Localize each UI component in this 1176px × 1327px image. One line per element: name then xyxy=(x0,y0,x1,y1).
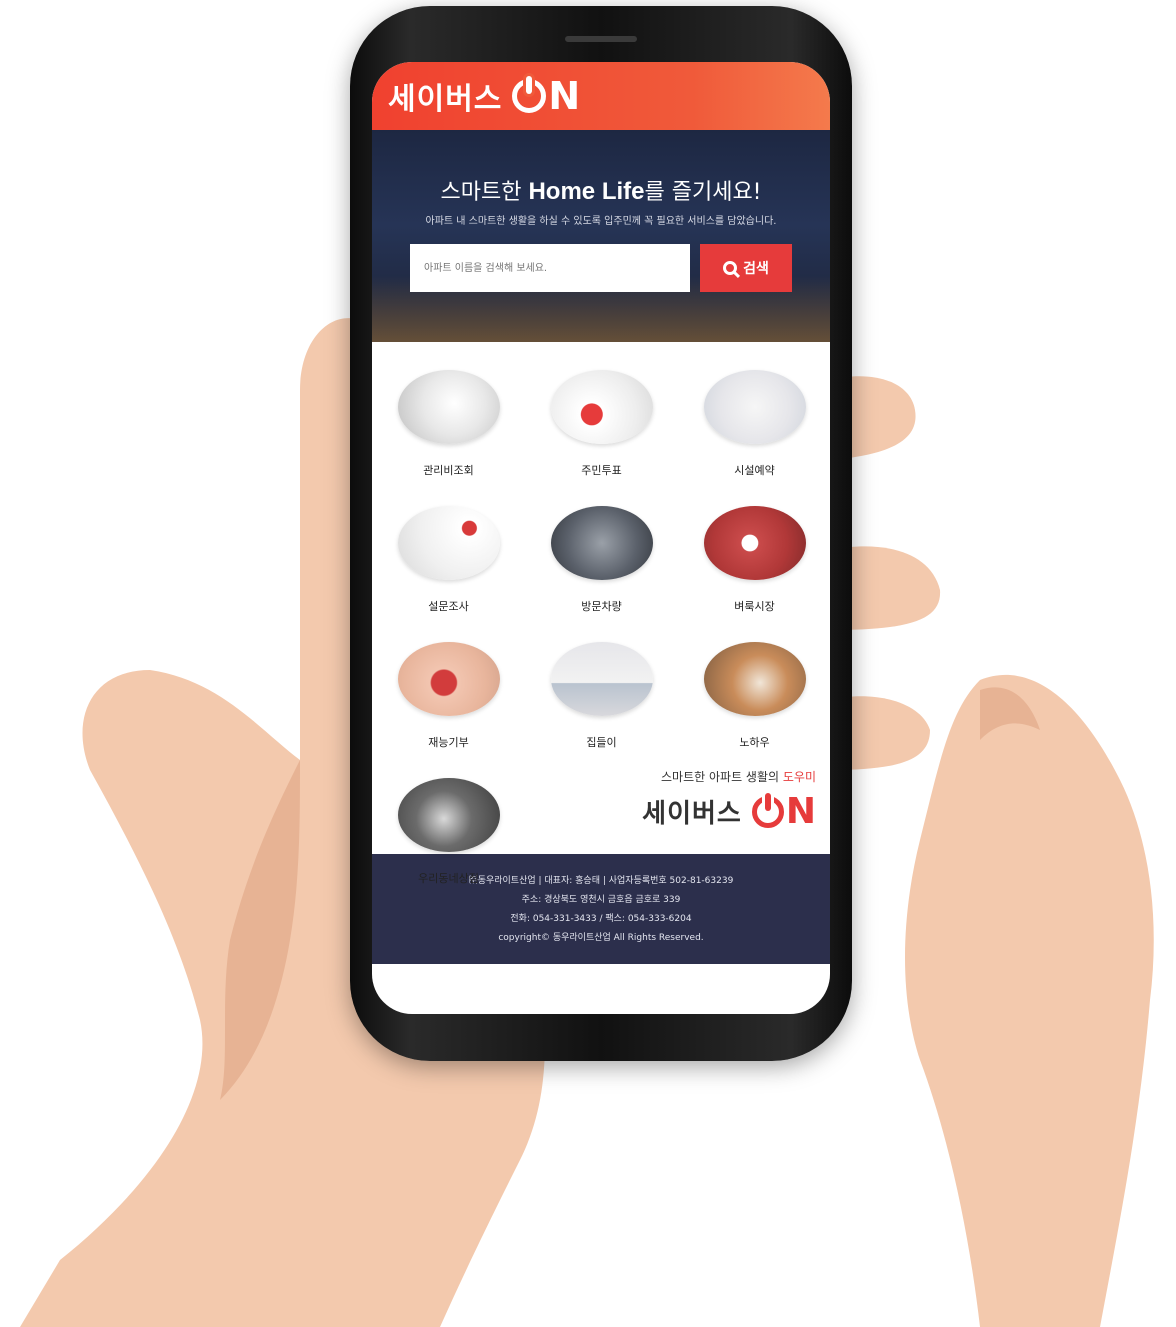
power-icon xyxy=(512,76,547,113)
menu-item-label: 집들이 xyxy=(586,736,617,749)
promo-logo-n-letter: N xyxy=(785,791,816,832)
open-sign-icon xyxy=(397,778,500,852)
menu-item-label: 재능기부 xyxy=(428,736,469,749)
app-header: 세이버스 N xyxy=(372,62,830,130)
knowhow-icon xyxy=(703,642,806,716)
brand-logo[interactable]: 세이버스 N xyxy=(388,74,580,118)
checklist-icon xyxy=(397,506,500,580)
hero-subtitle: 아파트 내 스마트한 생활을 하실 수 있도록 입주민께 꼭 필요한 서비스를 … xyxy=(425,216,777,227)
hero-title-prefix: 스마트한 xyxy=(440,180,529,205)
menu-item-visitor-vehicle[interactable]: 방문차량 xyxy=(525,506,678,614)
logo-on: N xyxy=(512,74,580,118)
promo-logo: 세이버스 N xyxy=(642,791,816,832)
promo-logo-text: 세이버스 xyxy=(642,799,742,829)
hero-title-bold: Home Life xyxy=(528,178,645,205)
search-bar: 검색 xyxy=(372,244,830,292)
footer-address: 주소: 경상북도 영천시 금호읍 금호로 339 xyxy=(521,895,681,905)
menu-item-survey[interactable]: 설문조사 xyxy=(372,506,525,614)
menu-item-flea-market[interactable]: 벼룩시장 xyxy=(678,506,830,614)
menu-item-facility-booking[interactable]: 시설예약 xyxy=(678,370,830,478)
menu-item-label: 방문차량 xyxy=(581,600,622,613)
menu-item-local-shops[interactable]: 우리동네상점 xyxy=(372,778,525,886)
vote-stamp-icon xyxy=(550,370,653,444)
phone-frame: 세이버스 N 스마트한 Home Life를 즐기세요! 아파트 내 스마트한 … xyxy=(350,6,852,1061)
footer-contact: 전화: 054-331-3433 / 팩스: 054-333-6204 xyxy=(510,914,692,924)
menu-item-fee-inquiry[interactable]: 관리비조회 xyxy=(372,370,525,478)
right-hand-illustration xyxy=(830,376,1154,1327)
menu-item-label: 설문조사 xyxy=(428,600,469,613)
hero-banner: 스마트한 Home Life를 즐기세요! 아파트 내 스마트한 생활을 하실 … xyxy=(372,130,830,342)
heart-hands-icon xyxy=(397,642,500,716)
menu-item-label: 우리동네상점 xyxy=(418,872,479,885)
menu-item-knowhow[interactable]: 노하우 xyxy=(678,642,830,750)
menu-item-label: 벼룩시장 xyxy=(734,600,775,613)
menu-item-resident-vote[interactable]: 주민투표 xyxy=(525,370,678,478)
car-icon xyxy=(550,506,653,580)
promo-tagline-prefix: 스마트한 아파트 생활의 xyxy=(661,770,783,784)
logo-text: 세이버스 xyxy=(388,82,503,117)
phone-speaker xyxy=(565,36,637,42)
logo-n-letter: N xyxy=(548,74,581,118)
phone-screen: 세이버스 N 스마트한 Home Life를 즐기세요! 아파트 내 스마트한 … xyxy=(372,62,830,1014)
gift-icon xyxy=(703,506,806,580)
search-icon xyxy=(723,261,738,275)
interior-icon xyxy=(550,642,653,716)
calendar-icon xyxy=(703,370,806,444)
hero-title-suffix: 를 즐기세요! xyxy=(644,180,762,205)
menu-item-label: 노하우 xyxy=(739,736,770,749)
power-icon xyxy=(751,792,784,828)
menu-item-talent-donation[interactable]: 재능기부 xyxy=(372,642,525,750)
search-button[interactable]: 검색 xyxy=(700,244,792,292)
service-menu-grid: 관리비조회 주민투표 시설예약 설문조사 방문차량 벼룩시장 재능기부 집들이 … xyxy=(372,342,830,885)
promo-logo-on: N xyxy=(751,791,816,832)
menu-item-label: 주민투표 xyxy=(581,464,622,477)
promo-tagline: 스마트한 아파트 생활의 도우미 xyxy=(642,768,816,785)
menu-item-housewarming[interactable]: 집들이 xyxy=(525,642,678,750)
menu-item-label: 시설예약 xyxy=(734,464,775,477)
promo-tagline-highlight: 도우미 xyxy=(782,770,816,784)
brand-promo: 스마트한 아파트 생활의 도우미 세이버스 N xyxy=(642,768,816,832)
hero-title: 스마트한 Home Life를 즐기세요! xyxy=(372,130,830,206)
menu-item-label: 관리비조회 xyxy=(423,464,474,477)
search-button-label: 검색 xyxy=(743,261,769,277)
calculator-icon xyxy=(397,370,500,444)
apartment-search-input[interactable] xyxy=(410,244,690,292)
footer-copyright: copyright© 동우라이트산업 All Rights Reserved. xyxy=(498,933,704,943)
